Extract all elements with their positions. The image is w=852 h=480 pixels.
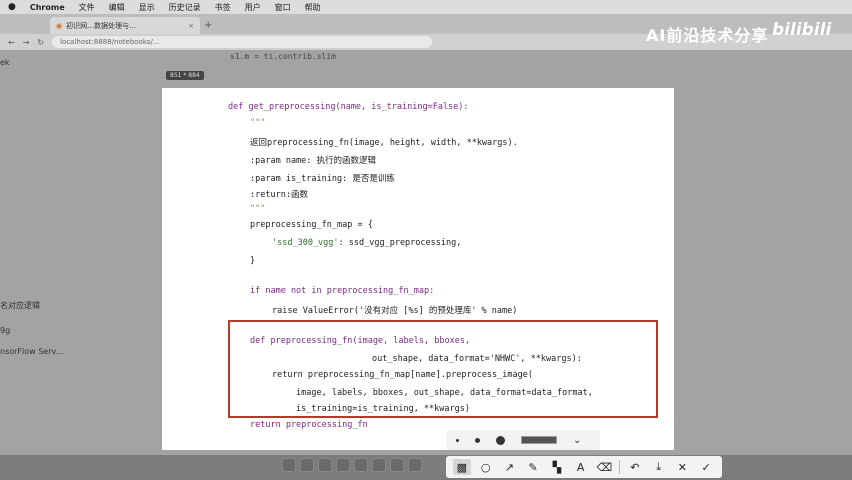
- dock: [282, 458, 442, 476]
- download-icon[interactable]: ⤓: [650, 459, 668, 475]
- dock-app-icon[interactable]: [354, 458, 368, 472]
- url-text: localhost:8888/notebooks/...: [60, 38, 160, 46]
- arrow-icon[interactable]: ↗: [500, 459, 518, 475]
- dock-app-icon[interactable]: [372, 458, 386, 472]
- close-icon[interactable]: ✕: [673, 459, 691, 475]
- circle-icon[interactable]: ○: [477, 459, 495, 475]
- menu-item-history[interactable]: 历史记录: [169, 2, 201, 13]
- code-line: 'ssd_300_vgg': ssd_vgg_preprocessing,: [272, 238, 461, 248]
- tab-close-icon[interactable]: ×: [188, 22, 194, 30]
- code-line: return preprocessing_fn: [250, 420, 368, 430]
- url-field[interactable]: localhost:8888/notebooks/...: [52, 36, 433, 48]
- brush-size-medium[interactable]: [475, 437, 480, 443]
- annotation-options-bar: ⌄: [446, 430, 600, 450]
- menu-item-window[interactable]: 窗口: [275, 2, 291, 13]
- code-line: def get_preprocessing(name, is_training=…: [228, 102, 469, 112]
- undo-icon[interactable]: ↶: [626, 459, 644, 475]
- annotation-toolbar: ▩ ○ ↗ ✎ ▚ A ⌫ ↶ ⤓ ✕ ✓: [446, 456, 722, 478]
- menu-item-people[interactable]: 用户: [245, 2, 261, 13]
- side-line-2: 9g: [0, 326, 11, 335]
- code-panel: def get_preprocessing(name, is_training=…: [162, 88, 674, 450]
- eraser-icon[interactable]: ⌫: [595, 459, 613, 475]
- mosaic-icon[interactable]: ▚: [548, 459, 566, 475]
- code-line: raise ValueError('没有对应 [%s] 的预处理库' % nam…: [272, 306, 518, 316]
- menu-item-bookmarks[interactable]: 书签: [215, 2, 231, 13]
- code-line: if name not in preprocessing_fn_map:: [250, 286, 435, 296]
- chevron-down-icon[interactable]: ⌄: [573, 435, 581, 446]
- new-tab-button[interactable]: +: [204, 20, 212, 31]
- browser-tab[interactable]: ◉ 初识网…数据处理与… ×: [50, 17, 200, 34]
- bilibili-logo: bilibili: [772, 20, 832, 40]
- menu-item-help[interactable]: 帮助: [305, 2, 321, 13]
- check-icon[interactable]: ✓: [697, 459, 715, 475]
- code-line: :param name: 执行的函数逻辑: [250, 156, 377, 166]
- selection-rectangle[interactable]: [228, 320, 658, 418]
- toolbar-divider: [619, 460, 621, 474]
- jupyter-icon: ◉: [56, 21, 63, 30]
- background-code-line: s1.m = ti.contrib.slim: [230, 52, 336, 61]
- brush-size-large[interactable]: [496, 435, 505, 445]
- size-badge: 851 * 884: [166, 71, 204, 80]
- code-line: """: [250, 204, 266, 214]
- side-line-3: nsorFlow Serv...: [0, 347, 64, 356]
- brand-text: AI前沿技术分享: [646, 26, 769, 45]
- code-line: preprocessing_fn_map = {: [250, 220, 373, 230]
- code-cell[interactable]: def get_preprocessing(name, is_training=…: [162, 88, 674, 450]
- apple-icon[interactable]: ●: [8, 2, 16, 12]
- side-fragment: ek: [0, 58, 10, 67]
- menu-item-file[interactable]: 文件: [79, 2, 95, 13]
- color-picker[interactable]: [521, 436, 557, 444]
- menu-app-name[interactable]: Chrome: [30, 3, 65, 12]
- menu-bar: ● Chrome 文件 编辑 显示 历史记录 书签 用户 窗口 帮助: [0, 0, 852, 14]
- dock-app-icon[interactable]: [282, 458, 296, 472]
- text-icon[interactable]: A: [572, 459, 590, 475]
- code-line: }: [250, 256, 256, 266]
- code-token: : ssd_vgg_preprocessing,: [338, 238, 462, 248]
- menu-item-edit[interactable]: 编辑: [109, 2, 125, 13]
- back-icon[interactable]: ←: [8, 38, 15, 47]
- dock-app-icon[interactable]: [336, 458, 350, 472]
- tab-title: 初识网…数据处理与…: [66, 21, 137, 30]
- code-line: :return:函数: [250, 190, 308, 200]
- dock-app-icon[interactable]: [390, 458, 404, 472]
- code-line: 返回preprocessing_fn(image, height, width,…: [250, 138, 518, 148]
- code-line: """: [250, 118, 266, 128]
- dock-app-icon[interactable]: [408, 458, 422, 472]
- code-line: :param is_training: 是否是训练: [250, 174, 395, 184]
- dock-app-icon[interactable]: [318, 458, 332, 472]
- side-line-1: 名对应逻辑: [0, 301, 40, 310]
- brush-size-small[interactable]: [456, 438, 459, 442]
- forward-icon[interactable]: →: [23, 38, 30, 47]
- dock-app-icon[interactable]: [300, 458, 314, 472]
- pen-icon[interactable]: ✎: [524, 459, 542, 475]
- code-token: 'ssd_300_vgg': [272, 238, 339, 248]
- menu-item-view[interactable]: 显示: [139, 2, 155, 13]
- reload-icon[interactable]: ↻: [37, 38, 44, 47]
- rectangle-icon[interactable]: ▩: [452, 459, 471, 475]
